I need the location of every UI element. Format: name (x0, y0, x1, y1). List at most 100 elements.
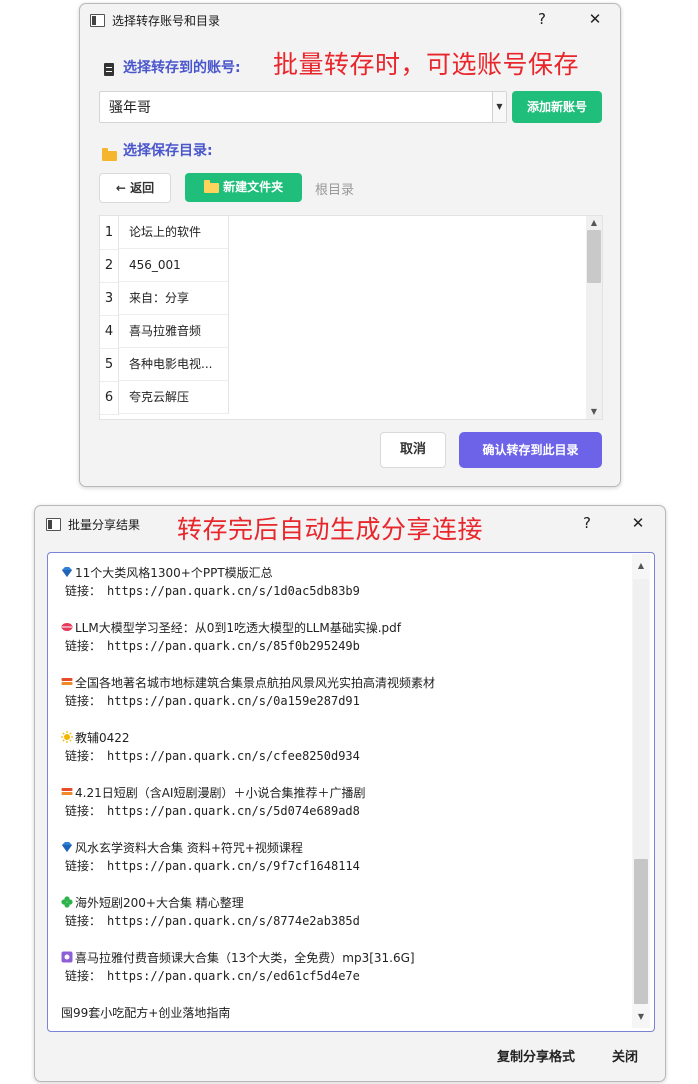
scroll-thumb[interactable] (633, 579, 649, 859)
share-link-prefix: 链接： (65, 694, 102, 708)
folder-row-name[interactable]: 来自：分享 (119, 282, 229, 315)
share-result-link-row: 链接： https://pan.quark.cn/s/0a159e287d91 (61, 692, 435, 710)
share-result-title-row: 喜马拉雅付费音频课大合集（13个大类，全免费）mp3[31.6G] (61, 949, 415, 967)
new-folder-button[interactable]: 新建文件夹 (185, 173, 302, 202)
dialog-title: 批量分享结果 (68, 518, 141, 532)
share-link-url[interactable]: https://pan.quark.cn/s/0a159e287d91 (107, 694, 360, 708)
share-result-link-row: 链接： https://pan.quark.cn/s/5d074e689ad8 (61, 802, 365, 820)
stack-icon (61, 676, 75, 690)
scroll-down-icon[interactable]: ▼ (586, 405, 602, 419)
share-link-prefix: 链接： (65, 914, 102, 928)
window-icon (90, 14, 105, 27)
new-folder-label: 新建文件夹 (223, 180, 284, 194)
scroll-thumb-lower (634, 859, 648, 1004)
add-account-button[interactable]: 添加新账号 (512, 91, 602, 123)
folder-row-number: 6 (100, 381, 119, 415)
annotation-account: 批量转存时，可选账号保存 (273, 50, 580, 79)
share-result-item: 海外短剧200+大合集 精心整理链接： https://pan.quark.cn/… (61, 894, 360, 930)
folder-row-name[interactable]: 喜马拉雅音频 (119, 315, 229, 348)
annotation-share: 转存完后自动生成分享连接 (177, 515, 484, 544)
share-link-prefix: 链接： (65, 584, 102, 598)
clover-icon (61, 896, 75, 910)
share-link-url[interactable]: https://pan.quark.cn/s/9f7cf1648114 (107, 859, 360, 873)
close-button[interactable]: ✕ (585, 10, 605, 28)
share-result-link-row: 链接： https://pan.quark.cn/s/8774e2ab385d (61, 912, 360, 930)
dialog-title: 选择转存账号和目录 (112, 14, 221, 28)
share-link-prefix: 链接： (65, 859, 102, 873)
scroll-thumb[interactable] (587, 230, 601, 283)
share-result-title-row: LLM大模型学习圣经：从0到1吃透大模型的LLM基础实操.pdf (61, 619, 401, 637)
share-result-title: 海外短剧200+大合集 精心整理 (75, 896, 244, 910)
diamond-icon (61, 841, 75, 855)
scroll-down-icon[interactable]: ▼ (632, 1010, 650, 1024)
select-account-dialog: 选择转存账号和目录 ? ✕ 选择转存到的账号: 批量转存时，可选账号保存 骚年哥… (79, 3, 621, 487)
share-result-title: 全国各地著名城市地标建筑合集景点航拍风景风光实拍高清视频素材 (75, 676, 436, 690)
share-result-dialog: 批量分享结果 ? ✕ 转存完后自动生成分享连接 11个大类风格1300+个PPT… (34, 505, 666, 1082)
account-label: 选择转存到的账号: (123, 60, 241, 76)
window-icon (46, 518, 61, 531)
share-result-link-row: 链接： https://pan.quark.cn/s/1d0ac5db83b9 (61, 582, 360, 600)
close-text-button[interactable]: 关闭 (612, 1046, 638, 1065)
folder-row-name[interactable]: 夸克云解压 (119, 381, 229, 414)
diamond-icon (61, 566, 75, 580)
share-link-url[interactable]: https://pan.quark.cn/s/85f0b295249b (107, 639, 360, 653)
chevron-down-icon[interactable]: ▼ (492, 92, 506, 122)
help-button[interactable]: ? (577, 514, 597, 532)
folder-row-number: 4 (100, 315, 119, 349)
share-result-title-row: 教辅0422 (61, 729, 360, 747)
copy-share-format-button[interactable]: 复制分享格式 (497, 1046, 575, 1065)
share-link-url[interactable]: https://pan.quark.cn/s/5d074e689ad8 (107, 804, 360, 818)
box-icon (61, 951, 75, 965)
folder-row[interactable]: 1 论坛上的软件 (100, 216, 230, 250)
share-result-link-row: 链接： https://pan.quark.cn/s/cfee8250d934 (61, 747, 360, 765)
folder-row[interactable]: 3 来自：分享 (100, 282, 230, 316)
folder-scrollbar[interactable]: ▲ ▼ (586, 216, 602, 419)
folder-row[interactable]: 2 456_001 (100, 249, 230, 283)
folder-row-name[interactable]: 456_001 (119, 249, 229, 282)
help-button[interactable]: ? (532, 10, 552, 28)
share-result-link-row: 链接： https://pan.quark.cn/s/85f0b295249b (61, 637, 401, 655)
share-link-url[interactable]: https://pan.quark.cn/s/1d0ac5db83b9 (107, 584, 360, 598)
share-result-title-row: 4.21日短剧（含AI短剧漫剧）＋小说合集推荐＋广播剧 (61, 784, 365, 802)
share-result-title: 喜马拉雅付费音频课大合集（13个大类，全免费）mp3[31.6G] (75, 951, 415, 965)
folder-row[interactable]: 6 夸克云解压 (100, 381, 230, 415)
share-result-item: 全国各地著名城市地标建筑合集景点航拍风景风光实拍高清视频素材链接： https:/… (61, 674, 435, 710)
folder-icon (102, 145, 117, 164)
folder-table: 1 论坛上的软件 2 456_001 3 来自：分享 4 喜马拉雅音频 5 各种电影电视... 6 夸… (99, 215, 603, 420)
share-result-title-row: 风水玄学资料大合集 资料+符咒+视频课程 (61, 839, 360, 857)
share-link-url[interactable]: https://pan.quark.cn/s/8774e2ab385d (107, 914, 360, 928)
share-link-url[interactable]: https://pan.quark.cn/s/cfee8250d934 (107, 749, 360, 763)
account-select[interactable]: 骚年哥 ▼ (99, 91, 507, 123)
share-result-item: LLM大模型学习圣经：从0到1吃透大模型的LLM基础实操.pdf 链接： https… (61, 619, 401, 655)
scroll-up-icon[interactable]: ▲ (586, 216, 602, 230)
share-result-title-row: 11个大类风格1300+个PPT模版汇总 (61, 564, 360, 582)
breadcrumb-root[interactable]: 根目录 (315, 179, 354, 198)
share-result-title: 教辅0422 (75, 731, 130, 745)
back-button[interactable]: ← 返回 (99, 173, 171, 203)
share-link-prefix: 链接： (65, 969, 102, 983)
close-button[interactable]: ✕ (628, 514, 648, 532)
scroll-up-icon[interactable]: ▲ (632, 559, 650, 573)
share-result-item: 11个大类风格1300+个PPT模版汇总链接： https://pan.quark… (61, 564, 360, 600)
folder-row-number: 1 (100, 216, 119, 250)
folder-row[interactable]: 5 各种电影电视... (100, 348, 230, 382)
share-link-prefix: 链接： (65, 749, 102, 763)
share-result-text[interactable]: 11个大类风格1300+个PPT模版汇总 链接： https://pan.quark… (47, 552, 655, 1032)
share-result-title-row: 囤99套小吃配方+创业落地指南 (61, 1004, 230, 1022)
folder-row[interactable]: 4 喜马拉雅音频 (100, 315, 230, 349)
new-folder-icon (203, 179, 219, 194)
share-result-item: 教辅0422 链接： https://pan.quark.cn/s/cfee8250… (61, 729, 360, 765)
share-link-url[interactable]: https://pan.quark.cn/s/ed61cf5d4e7e (107, 969, 360, 983)
share-result-title: 4.21日短剧（含AI短剧漫剧）＋小说合集推荐＋广播剧 (75, 786, 366, 800)
folder-row-number: 2 (100, 249, 119, 283)
share-result-title-row: 全国各地著名城市地标建筑合集景点航拍风景风光实拍高清视频素材 (61, 674, 435, 692)
share-result-title: 风水玄学资料大合集 资料+符咒+视频课程 (75, 841, 303, 855)
lips-icon (61, 621, 75, 635)
confirm-button[interactable]: 确认转存到此目录 (459, 432, 602, 468)
folder-row-name[interactable]: 各种电影电视... (119, 348, 229, 381)
cancel-button[interactable]: 取消 (380, 432, 446, 468)
share-result-link-row: 链接： https://pan.quark.cn/s/ed61cf5d4e7e (61, 967, 415, 985)
result-scrollbar[interactable]: ▲ ▼ (632, 554, 650, 1028)
dir-label: 选择保存目录: (123, 143, 213, 159)
folder-row-name[interactable]: 论坛上的软件 (119, 216, 229, 249)
